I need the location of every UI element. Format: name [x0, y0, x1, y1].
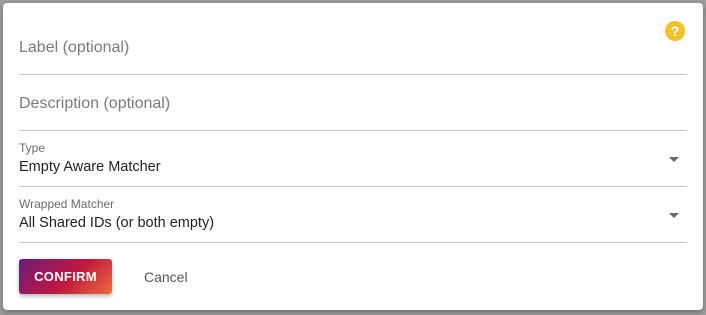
wrapped-matcher-select[interactable]: Wrapped Matcher All Shared IDs (or both …	[19, 187, 687, 243]
dialog: ? Label (optional) Description (optional…	[3, 3, 703, 310]
description-placeholder: Description (optional)	[19, 95, 171, 112]
label-input[interactable]: Label (optional)	[19, 19, 687, 75]
label-placeholder: Label (optional)	[19, 39, 130, 56]
description-input[interactable]: Description (optional)	[19, 75, 687, 131]
type-label: Type	[19, 141, 46, 155]
chevron-down-icon	[669, 157, 679, 162]
chevron-down-icon	[669, 213, 679, 218]
cancel-button[interactable]: Cancel	[131, 259, 201, 294]
type-value: Empty Aware Matcher	[19, 159, 161, 175]
confirm-button[interactable]: CONFIRM	[19, 259, 112, 294]
wrapped-matcher-label: Wrapped Matcher	[19, 197, 115, 211]
type-select[interactable]: Type Empty Aware Matcher	[19, 131, 687, 187]
wrapped-matcher-value: All Shared IDs (or both empty)	[19, 215, 215, 231]
